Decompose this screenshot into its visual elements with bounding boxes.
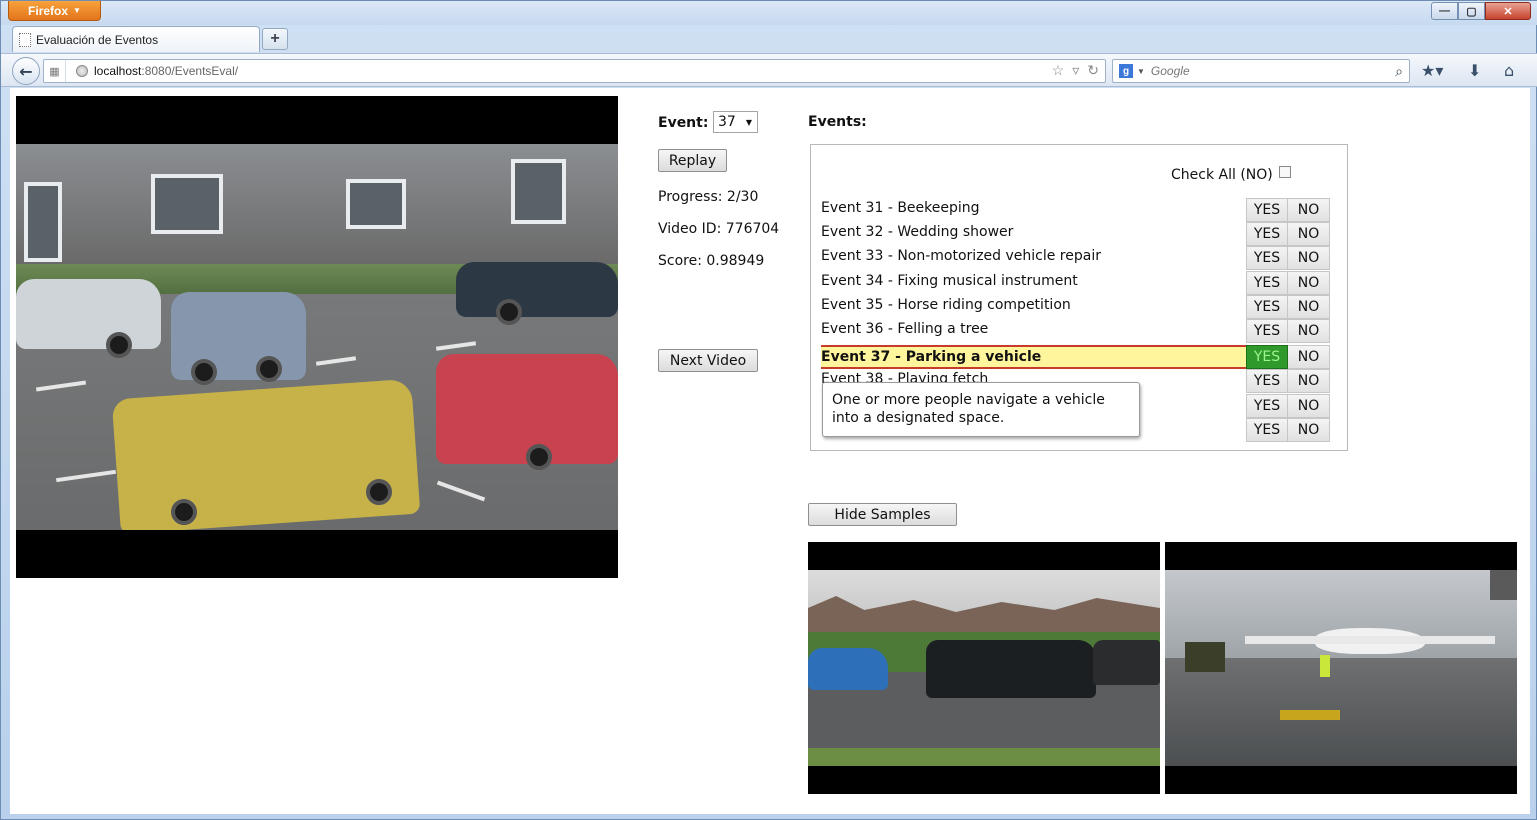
back-button[interactable]: ← bbox=[12, 57, 40, 85]
sample-photo-suv bbox=[808, 570, 1160, 766]
no-button[interactable]: NO bbox=[1288, 246, 1330, 271]
url-text[interactable]: localhost:8080/EventsEval/ bbox=[94, 64, 238, 78]
search-placeholder: Google bbox=[1150, 64, 1190, 78]
yes-no-toggle: YES NO bbox=[1246, 393, 1330, 418]
yes-button[interactable]: YES bbox=[1246, 270, 1288, 295]
sample-photo-airplane bbox=[1165, 570, 1517, 766]
bookmark-star-icon[interactable]: ☆ bbox=[1052, 62, 1065, 79]
check-all-checkbox[interactable] bbox=[1278, 166, 1291, 178]
yes-no-toggle: YES NO bbox=[1246, 294, 1330, 319]
yes-button[interactable]: YES bbox=[1246, 294, 1288, 319]
event-tooltip: One or more people navigate a vehicle in… bbox=[822, 382, 1140, 437]
video-player[interactable] bbox=[16, 96, 618, 578]
event-label: Event 35 - Horse riding competition bbox=[821, 296, 1071, 313]
yes-button[interactable]: YES bbox=[1246, 222, 1288, 247]
search-bar[interactable]: g ▼ Google ⌕ bbox=[1112, 59, 1410, 83]
next-video-button[interactable]: Next Video bbox=[658, 349, 758, 372]
hide-samples-button[interactable]: Hide Samples bbox=[808, 503, 957, 526]
event-label: Event 34 - Fixing musical instrument bbox=[821, 272, 1078, 289]
check-all[interactable]: Check All (NO) bbox=[1171, 166, 1291, 183]
firefox-menu-button[interactable]: Firefox ▼ bbox=[8, 1, 101, 21]
yes-button[interactable]: YES bbox=[1246, 369, 1288, 394]
no-button[interactable]: NO bbox=[1288, 319, 1330, 343]
yes-no-toggle: YES NO bbox=[1246, 417, 1330, 442]
navigation-bar: ← ▦ localhost:8080/EventsEval/ ☆ ▿ ↻ g ▼… bbox=[1, 53, 1537, 87]
reload-icon[interactable]: ↻ bbox=[1087, 62, 1099, 79]
event-select[interactable]: 37 ▼ bbox=[713, 111, 758, 133]
no-button[interactable]: NO bbox=[1288, 294, 1330, 319]
chevron-down-icon: ▼ bbox=[745, 117, 752, 127]
yes-button[interactable]: YES bbox=[1246, 417, 1288, 442]
title-bar: Firefox ▼ — ▢ ✕ bbox=[1, 1, 1537, 25]
chevron-down-icon[interactable]: ▼ bbox=[1137, 67, 1145, 76]
event-label: Event 33 - Non-motorized vehicle repair bbox=[821, 248, 1101, 265]
page-content: Event: 37 ▼ Replay Progress: 2/30 Video I… bbox=[10, 88, 1530, 814]
event-label: Event 32 - Wedding shower bbox=[821, 224, 1014, 241]
site-identity-icon[interactable]: ▦ bbox=[44, 60, 66, 82]
download-icon[interactable]: ⬇ bbox=[1468, 61, 1481, 80]
yes-no-toggle: YES NO bbox=[1246, 198, 1330, 222]
page-icon bbox=[19, 32, 31, 47]
no-button[interactable]: NO bbox=[1288, 222, 1330, 247]
event-row: Event 35 - Horse riding competition YES NO bbox=[821, 294, 1330, 319]
tab-strip: Evaluación de Eventos + bbox=[1, 25, 1537, 53]
event-row: Event 36 - Felling a tree YES NO bbox=[821, 319, 1330, 343]
close-button[interactable]: ✕ bbox=[1485, 2, 1531, 20]
video-id-text: Video ID: 776704 bbox=[658, 221, 780, 237]
event-label: Event 36 - Felling a tree bbox=[821, 321, 989, 337]
yes-button[interactable]: YES bbox=[1246, 345, 1288, 370]
no-button[interactable]: NO bbox=[1288, 270, 1330, 295]
yes-no-toggle: YES NO bbox=[1246, 222, 1330, 247]
globe-icon bbox=[76, 65, 88, 77]
sample-image[interactable] bbox=[1165, 542, 1517, 794]
event-row: Event 32 - Wedding shower YES NO bbox=[821, 222, 1330, 247]
event-label: Event 37 - Parking a vehicle bbox=[821, 345, 1246, 370]
browser-window: Firefox ▼ — ▢ ✕ Evaluación de Eventos + ←… bbox=[0, 0, 1537, 820]
yes-button[interactable]: YES bbox=[1246, 319, 1288, 343]
no-button[interactable]: NO bbox=[1288, 393, 1330, 418]
events-heading: Events: bbox=[808, 114, 867, 130]
event-row: Event 33 - Non-motorized vehicle repair Y… bbox=[821, 246, 1330, 271]
event-row: Event 34 - Fixing musical instrument YES N… bbox=[821, 270, 1330, 295]
maximize-button[interactable]: ▢ bbox=[1458, 2, 1485, 20]
search-icon[interactable]: ⌕ bbox=[1395, 63, 1403, 80]
yes-no-toggle: YES NO bbox=[1246, 246, 1330, 271]
minimize-button[interactable]: — bbox=[1431, 2, 1458, 20]
check-all-label: Check All (NO) bbox=[1171, 167, 1273, 183]
sample-image[interactable] bbox=[808, 542, 1160, 794]
yes-no-toggle: YES NO bbox=[1246, 270, 1330, 295]
home-icon[interactable]: ⌂ bbox=[1504, 61, 1514, 80]
yes-no-toggle: YES NO bbox=[1246, 369, 1330, 394]
yes-button[interactable]: YES bbox=[1246, 393, 1288, 418]
tab-evaluacion[interactable]: Evaluación de Eventos bbox=[12, 26, 260, 52]
event-label: Event 31 - Beekeeping bbox=[821, 200, 980, 216]
no-button[interactable]: NO bbox=[1288, 417, 1330, 442]
yes-button[interactable]: YES bbox=[1246, 198, 1288, 222]
score-text: Score: 0.98949 bbox=[658, 253, 765, 269]
tab-title: Evaluación de Eventos bbox=[36, 32, 159, 47]
yes-button[interactable]: YES bbox=[1246, 246, 1288, 271]
search-engine-icon[interactable]: g bbox=[1119, 64, 1133, 78]
bookmarks-menu-icon[interactable]: ★▾ bbox=[1421, 61, 1443, 80]
event-label: Event: bbox=[658, 115, 709, 131]
no-button[interactable]: NO bbox=[1288, 198, 1330, 222]
progress-text: Progress: 2/30 bbox=[658, 189, 759, 205]
event-row: Event 37 - Parking a vehicle YES NO bbox=[821, 345, 1330, 370]
new-tab-button[interactable]: + bbox=[262, 28, 288, 50]
history-dropdown-icon[interactable]: ▿ bbox=[1072, 62, 1079, 79]
yes-no-toggle: YES NO bbox=[1246, 345, 1330, 370]
yes-no-toggle: YES NO bbox=[1246, 319, 1330, 343]
no-button[interactable]: NO bbox=[1288, 369, 1330, 394]
video-frame bbox=[16, 144, 618, 530]
url-bar[interactable]: ▦ localhost:8080/EventsEval/ ☆ ▿ ↻ bbox=[43, 59, 1106, 83]
replay-button[interactable]: Replay bbox=[658, 149, 727, 172]
no-button[interactable]: NO bbox=[1288, 345, 1330, 370]
event-row: Event 31 - Beekeeping YES NO bbox=[821, 198, 1330, 222]
